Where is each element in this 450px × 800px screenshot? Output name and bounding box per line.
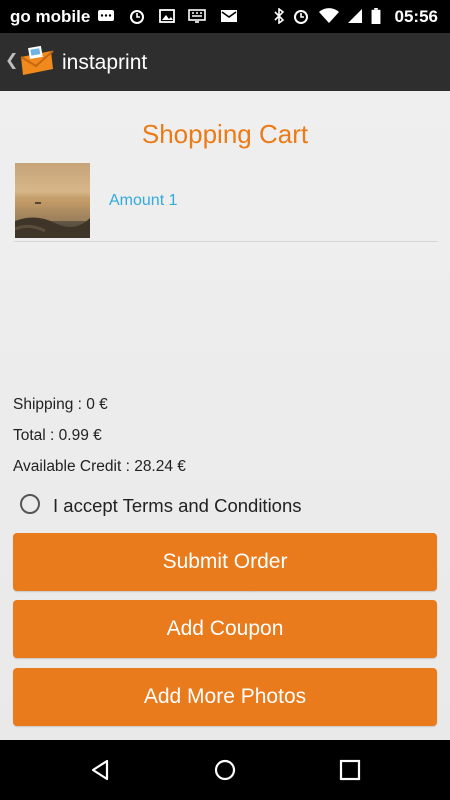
beach-photo-thumbnail[interactable] xyxy=(15,163,90,238)
submit-order-button[interactable]: Submit Order xyxy=(13,533,437,591)
shipping-text: Shipping : 0 € xyxy=(13,396,108,413)
app-title: instaprint xyxy=(62,51,148,74)
cart-item[interactable]: Amount 1 xyxy=(14,162,438,242)
add-more-photos-button[interactable]: Add More Photos xyxy=(13,668,437,726)
recents-square-icon[interactable] xyxy=(338,758,362,782)
signal-icon xyxy=(348,9,362,23)
app-bar: ❮ instaprint xyxy=(0,33,450,91)
home-circle-icon[interactable] xyxy=(213,758,237,782)
bluetooth-icon xyxy=(274,8,285,24)
wifi-icon xyxy=(319,8,339,23)
keyboard-icon xyxy=(188,9,206,23)
total-text: Total : 0.99 € xyxy=(13,427,102,444)
photo-content xyxy=(15,199,90,238)
status-bar: go mobile 05:56 xyxy=(0,0,450,33)
carrier-name: go mobile xyxy=(10,7,91,26)
clock: 05:56 xyxy=(394,7,438,26)
available-credit-text: Available Credit : 28.24 € xyxy=(13,458,186,475)
battery-icon xyxy=(371,8,381,24)
shopping-cart-screen: Shopping Cart Amount 1 Shipping : 0 € To… xyxy=(0,91,450,740)
terms-radio-button[interactable] xyxy=(20,494,40,514)
chat-icon xyxy=(98,10,114,21)
add-coupon-button[interactable]: Add Coupon xyxy=(13,600,437,658)
alarm-icon xyxy=(130,10,144,24)
mail-icon xyxy=(221,10,237,22)
terms-label[interactable]: I accept Terms and Conditions xyxy=(53,495,353,517)
amount-label[interactable]: Amount 1 xyxy=(109,192,177,210)
image-icon xyxy=(159,9,175,23)
system-nav-bar xyxy=(0,740,450,800)
page-title: Shopping Cart xyxy=(141,119,309,149)
app-logo-icon[interactable] xyxy=(17,43,55,81)
back-triangle-icon[interactable] xyxy=(88,758,112,782)
alarm-icon xyxy=(294,10,308,24)
